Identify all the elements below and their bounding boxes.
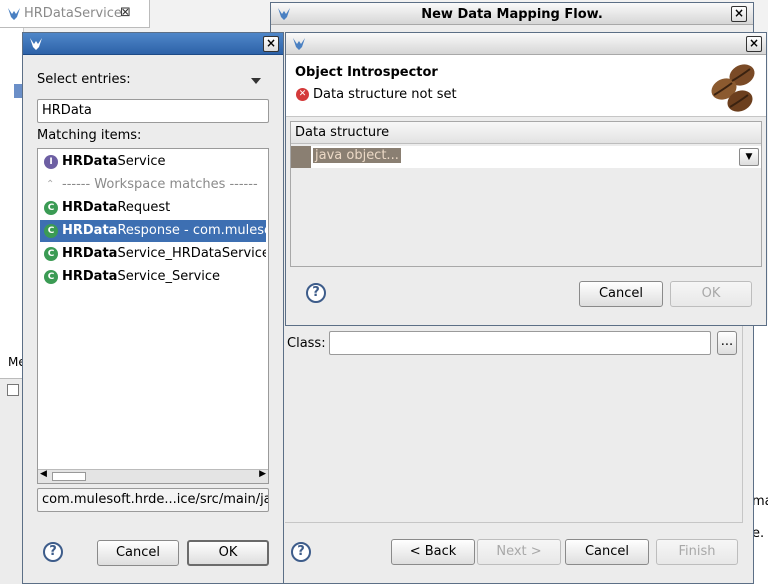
class-field[interactable] [329, 331, 711, 355]
editor-canvas [0, 28, 24, 378]
list-item[interactable]: C HRDataService_Service [40, 266, 266, 288]
class-icon: C [44, 247, 58, 261]
list-item-selected[interactable]: C HRDataResponse - com.mulesoft. [40, 220, 266, 242]
introspector-header: Object Introspector ✕ Data structure not… [286, 55, 766, 117]
menu-triangle-icon[interactable] [251, 78, 261, 84]
list-item[interactable]: I HRDataService [40, 151, 266, 173]
chevron-down-icon: ▼ [745, 152, 753, 162]
select-entries-label: Select entries: [37, 72, 131, 87]
help-icon[interactable]: ? [306, 283, 326, 303]
table-header-label: Data structure [295, 125, 390, 140]
canvas-marker [14, 84, 22, 98]
help-icon[interactable]: ? [291, 542, 311, 562]
select-titlebar[interactable]: × [23, 33, 283, 55]
mule-icon [8, 8, 20, 20]
scroll-thumb[interactable] [52, 472, 86, 481]
browse-button[interactable]: ... [717, 331, 737, 355]
tab-close-icon[interactable]: ⊠ [120, 5, 131, 20]
mule-icon [30, 38, 42, 50]
finish-button[interactable]: Finish [656, 539, 738, 565]
data-structure-table: Data structure java object... ▼ [290, 121, 762, 267]
class-icon: C [44, 270, 58, 284]
back-label: < Back [409, 544, 457, 559]
interface-icon: I [44, 155, 58, 169]
introspector-heading: Object Introspector [295, 65, 438, 80]
list-item[interactable]: C HRDataService_HRDataServiceSO [40, 243, 266, 265]
matching-items-list[interactable]: I HRDataService ⌃ ------ Workspace match… [37, 148, 269, 484]
scroll-left-icon[interactable]: ◀ [40, 469, 47, 479]
matching-items-label: Matching items: [37, 128, 142, 143]
table-row[interactable]: java object... ▼ [291, 146, 761, 168]
scroll-right-icon[interactable]: ▶ [259, 469, 266, 479]
class-label: Class: [287, 336, 326, 351]
list-item[interactable]: C HRDataRequest [40, 197, 266, 219]
mapping-title: New Data Mapping Flow. [421, 7, 603, 22]
panel-icon [7, 384, 19, 396]
select-entries-dialog: × Select entries: HRData Matching items:… [22, 32, 284, 584]
filter-input[interactable]: HRData [37, 99, 269, 123]
coffee-beans-icon [711, 64, 755, 112]
cancel-button[interactable]: Cancel [97, 540, 179, 566]
class-icon: C [44, 201, 58, 215]
next-button[interactable]: Next > [477, 539, 561, 565]
error-message: Data structure not set [313, 87, 457, 102]
error-icon: ✕ [296, 88, 309, 101]
combo-dropdown-button[interactable]: ▼ [739, 148, 759, 166]
class-icon: C [44, 224, 58, 238]
list-separator: ⌃ ------ Workspace matches ------ [40, 174, 266, 196]
table-header[interactable]: Data structure [291, 122, 761, 144]
editor-tab[interactable]: HRDataService ⊠ [0, 0, 150, 28]
close-icon[interactable]: × [731, 6, 747, 22]
combo-value[interactable]: java object... [313, 148, 401, 163]
horizontal-scrollbar[interactable]: ◀ ▶ [38, 469, 268, 483]
mule-icon [293, 38, 305, 50]
introspector-titlebar[interactable]: × [286, 33, 766, 55]
close-icon[interactable]: × [746, 36, 762, 52]
back-button[interactable]: < Back [391, 539, 475, 565]
ok-button[interactable]: OK [187, 540, 269, 566]
lower-panel [0, 378, 24, 584]
status-path: com.mulesoft.hrde...ice/src/main/java [37, 488, 269, 512]
tab-title: HRDataService [24, 6, 122, 21]
mapping-titlebar[interactable]: New Data Mapping Flow. × [271, 3, 753, 25]
row-handle [291, 146, 311, 168]
cancel-button[interactable]: Cancel [565, 539, 649, 565]
object-introspector-dialog: × Object Introspector ✕ Data structure n… [285, 32, 767, 326]
ok-button[interactable]: OK [670, 281, 752, 307]
help-icon[interactable]: ? [43, 542, 63, 562]
background-fragment-ma: ma [752, 494, 768, 509]
close-icon[interactable]: × [263, 36, 279, 52]
separator-icon: ⌃ [46, 179, 55, 190]
cancel-button[interactable]: Cancel [579, 281, 663, 307]
